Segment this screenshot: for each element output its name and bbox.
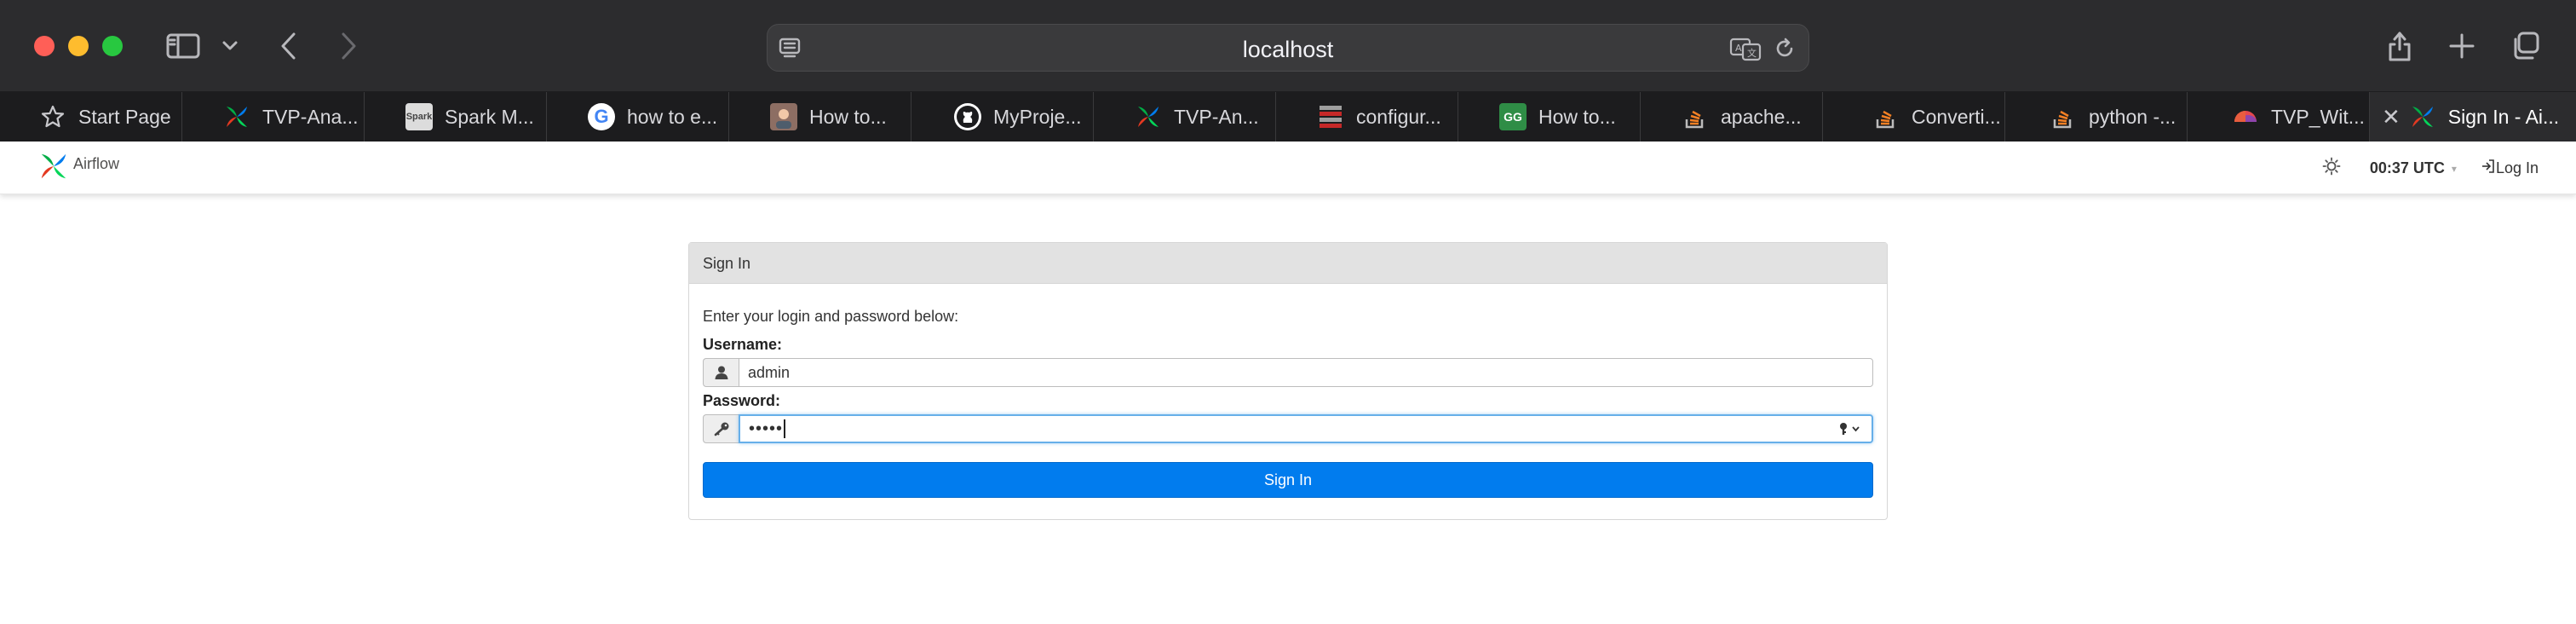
geeksforgeeks-logo-icon: GG (1499, 103, 1527, 130)
zoom-window-button[interactable] (102, 36, 123, 56)
login-label: Log In (2495, 159, 2539, 176)
address-text[interactable]: localhost (768, 37, 1808, 63)
tab-label: TVP-Ana... (262, 105, 359, 128)
airflow-navbar: Airflow 00:37 UTC ▾ Log In (0, 142, 2576, 194)
tab-label: How to... (1538, 105, 1616, 128)
sign-in-icon (2481, 159, 2496, 178)
tab-tvp-analytics-2[interactable]: TVP-An... (1094, 92, 1276, 142)
star-icon (39, 103, 66, 130)
close-tab-icon[interactable]: ✕ (2382, 104, 2401, 130)
close-window-button[interactable] (34, 36, 55, 56)
svg-text:A: A (1735, 43, 1742, 54)
tab-label: Sign In - Ai... (2447, 105, 2560, 128)
sidebar-toggle-icon[interactable] (165, 32, 201, 60)
tab-tvp-analytics[interactable]: TVP-Ana... (182, 92, 365, 142)
caret-down-icon: ▾ (2451, 162, 2457, 175)
airflow-logo-icon (223, 103, 250, 130)
utc-time-dropdown[interactable]: 00:37 UTC (2370, 159, 2445, 177)
login-link[interactable]: Log In (2481, 159, 2539, 178)
stackoverflow-logo-icon (2050, 103, 2077, 130)
google-logo-icon: G (588, 103, 615, 130)
tab-label: apache... (1721, 105, 1802, 128)
tab-label: TVP_Wit... (2271, 105, 2365, 128)
username-input-group: admin (703, 358, 1873, 387)
tab-bar: Start Page TVP-Ana... Spark Spark M... G… (0, 92, 2576, 142)
tab-tvp-with[interactable]: TVP_Wit... (2188, 92, 2370, 142)
tab-label: Start Page (78, 105, 171, 128)
tab-converting[interactable]: Converti... (1823, 92, 2005, 142)
translate-icon[interactable]: A文 (1728, 35, 1762, 62)
forward-arrow-icon[interactable] (334, 31, 363, 61)
user-icon (703, 358, 739, 387)
keychain-autofill-icon[interactable] (1837, 421, 1861, 436)
tab-python[interactable]: python -... (2005, 92, 2188, 142)
tab-start-page[interactable]: Start Page (0, 92, 182, 142)
tab-label: Converti... (1912, 105, 2001, 128)
tab-how-to-1[interactable]: How to... (729, 92, 911, 142)
username-field[interactable]: admin (739, 358, 1873, 387)
tab-label: configur... (1356, 105, 1441, 128)
chevron-down-icon[interactable] (220, 38, 240, 55)
airflow-logo-icon (37, 150, 70, 187)
tab-overview-icon[interactable] (2508, 29, 2544, 63)
tab-label: MyProje... (993, 105, 1082, 128)
share-icon[interactable] (2382, 27, 2418, 65)
user-avatar-icon (770, 103, 797, 130)
spark-logo-icon: Spark (405, 103, 433, 130)
panel-body: Enter your login and password below: Use… (689, 284, 1887, 498)
tab-label: Spark M... (445, 105, 534, 128)
tab-how-to-gfg[interactable]: GG How to... (1458, 92, 1641, 142)
stackoverflow-logo-icon (1872, 103, 1900, 130)
address-bar[interactable]: localhost A文 (767, 24, 1809, 72)
panel-heading: Sign In (689, 243, 1887, 284)
minimize-window-button[interactable] (68, 36, 89, 56)
sign-in-panel: Sign In Enter your login and password be… (688, 242, 1888, 520)
theme-toggle-icon[interactable] (2322, 157, 2341, 180)
tab-sign-in-active[interactable]: ✕ Sign In - Ai... (2370, 92, 2576, 142)
github-logo-icon (954, 103, 981, 130)
text-cursor (784, 419, 786, 438)
tab-spark[interactable]: Spark Spark M... (365, 92, 547, 142)
password-input-group: ••••• (703, 414, 1873, 443)
username-label: Username: (703, 336, 783, 353)
bars-logo-icon (1317, 103, 1344, 130)
sign-in-button[interactable]: Sign In (703, 462, 1873, 498)
navbar-right: 00:37 UTC ▾ Log In (2322, 157, 2539, 180)
svg-text:文: 文 (1747, 47, 1757, 59)
brand-label: Airflow (73, 155, 120, 172)
stackoverflow-logo-icon (1682, 103, 1709, 130)
airflow-logo-icon (1135, 103, 1162, 130)
tab-label: python -... (2089, 105, 2176, 128)
password-label: Password: (703, 392, 781, 409)
password-field[interactable]: ••••• (739, 414, 1873, 443)
tab-label: TVP-An... (1174, 105, 1259, 128)
tab-google-search[interactable]: G how to e... (547, 92, 729, 142)
password-value: ••••• (749, 419, 784, 438)
new-tab-plus-icon[interactable] (2445, 29, 2479, 63)
back-arrow-icon[interactable] (274, 31, 303, 61)
tab-label: How to... (809, 105, 887, 128)
reload-icon[interactable] (1771, 35, 1798, 62)
brand-link[interactable]: Airflow (37, 150, 119, 187)
key-icon (703, 414, 739, 443)
colorful-logo-icon (2232, 103, 2259, 130)
airflow-logo-icon (2409, 103, 2436, 130)
tab-label: how to e... (627, 105, 718, 128)
tab-configuration[interactable]: configur... (1276, 92, 1458, 142)
browser-titlebar: localhost A文 (0, 0, 2576, 92)
username-value: admin (748, 363, 791, 381)
tab-apache[interactable]: apache... (1641, 92, 1823, 142)
login-instructions: Enter your login and password below: (703, 308, 959, 325)
tab-github[interactable]: MyProje... (911, 92, 1094, 142)
